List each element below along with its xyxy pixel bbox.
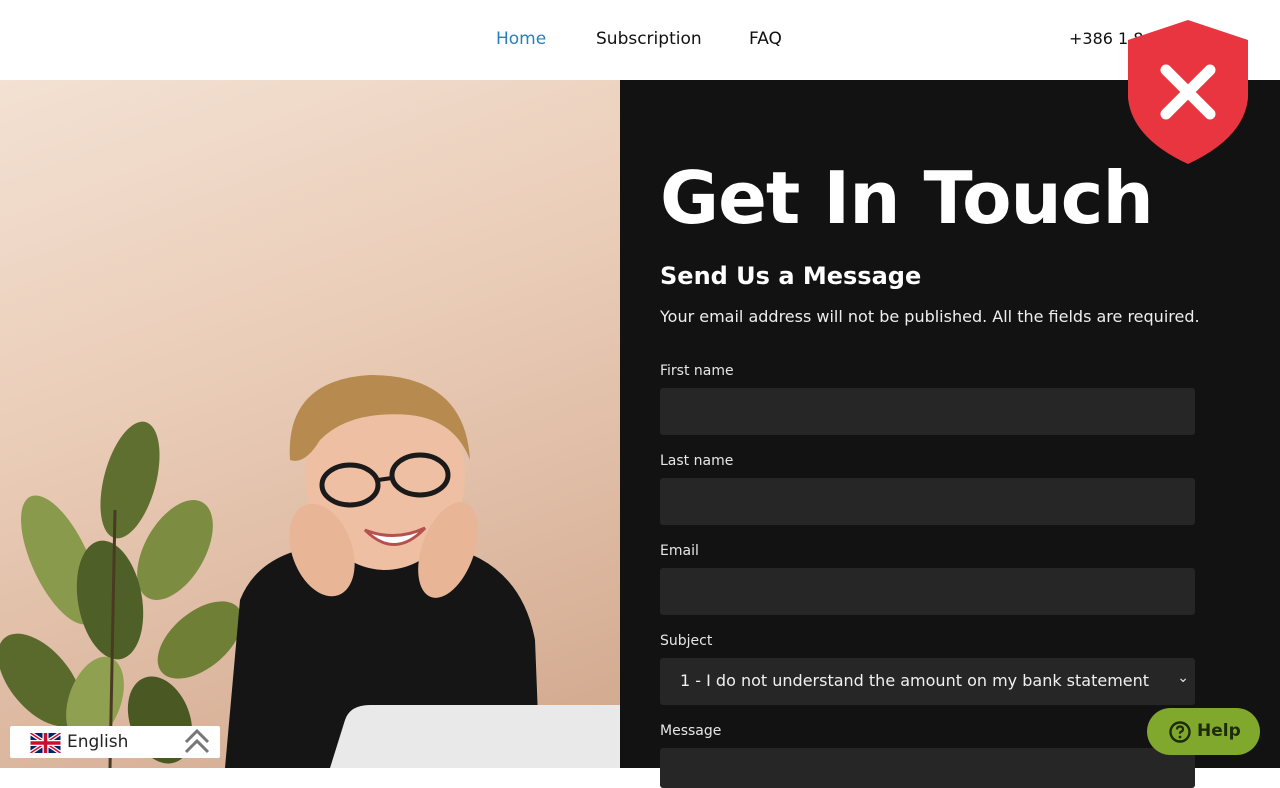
- nav-subscription[interactable]: Subscription: [596, 29, 702, 49]
- last-name-input[interactable]: [660, 478, 1195, 525]
- message-label: Message: [660, 723, 722, 739]
- last-name-label: Last name: [660, 453, 734, 469]
- contact-panel: Get In Touch Send Us a Message Your emai…: [620, 80, 1280, 788]
- nav-faq[interactable]: FAQ: [749, 29, 782, 49]
- form-subtitle: Send Us a Message: [660, 262, 922, 290]
- form-note: Your email address will not be published…: [660, 307, 1200, 326]
- hero-photo: [0, 80, 620, 768]
- help-label: Help: [1197, 721, 1241, 741]
- email-label: Email: [660, 543, 699, 559]
- page-title: Get In Touch: [660, 156, 1154, 240]
- uk-flag-icon: [30, 733, 61, 753]
- subject-label: Subject: [660, 633, 713, 649]
- help-button[interactable]: Help: [1147, 708, 1260, 755]
- plant-leaves: [0, 421, 243, 768]
- subject-select[interactable]: 1 - I do not understand the amount on my…: [660, 658, 1195, 705]
- language-label: English: [67, 732, 129, 752]
- shield-x-icon[interactable]: [1126, 18, 1250, 166]
- email-input[interactable]: [660, 568, 1195, 615]
- site-header: Home Subscription FAQ +386 1 8: [0, 0, 1280, 80]
- subject-selected-value: 1 - I do not understand the amount on my…: [680, 671, 1150, 690]
- woman-with-laptop-illustration: [0, 375, 620, 768]
- first-name-label: First name: [660, 363, 734, 379]
- question-circle-icon: [1169, 721, 1191, 743]
- language-selector[interactable]: English: [10, 726, 220, 758]
- chevron-down-icon: ⌄: [1177, 670, 1189, 686]
- message-textarea[interactable]: [660, 748, 1195, 788]
- first-name-input[interactable]: [660, 388, 1195, 435]
- nav-home[interactable]: Home: [496, 29, 546, 49]
- double-chevron-up-icon[interactable]: [182, 726, 212, 756]
